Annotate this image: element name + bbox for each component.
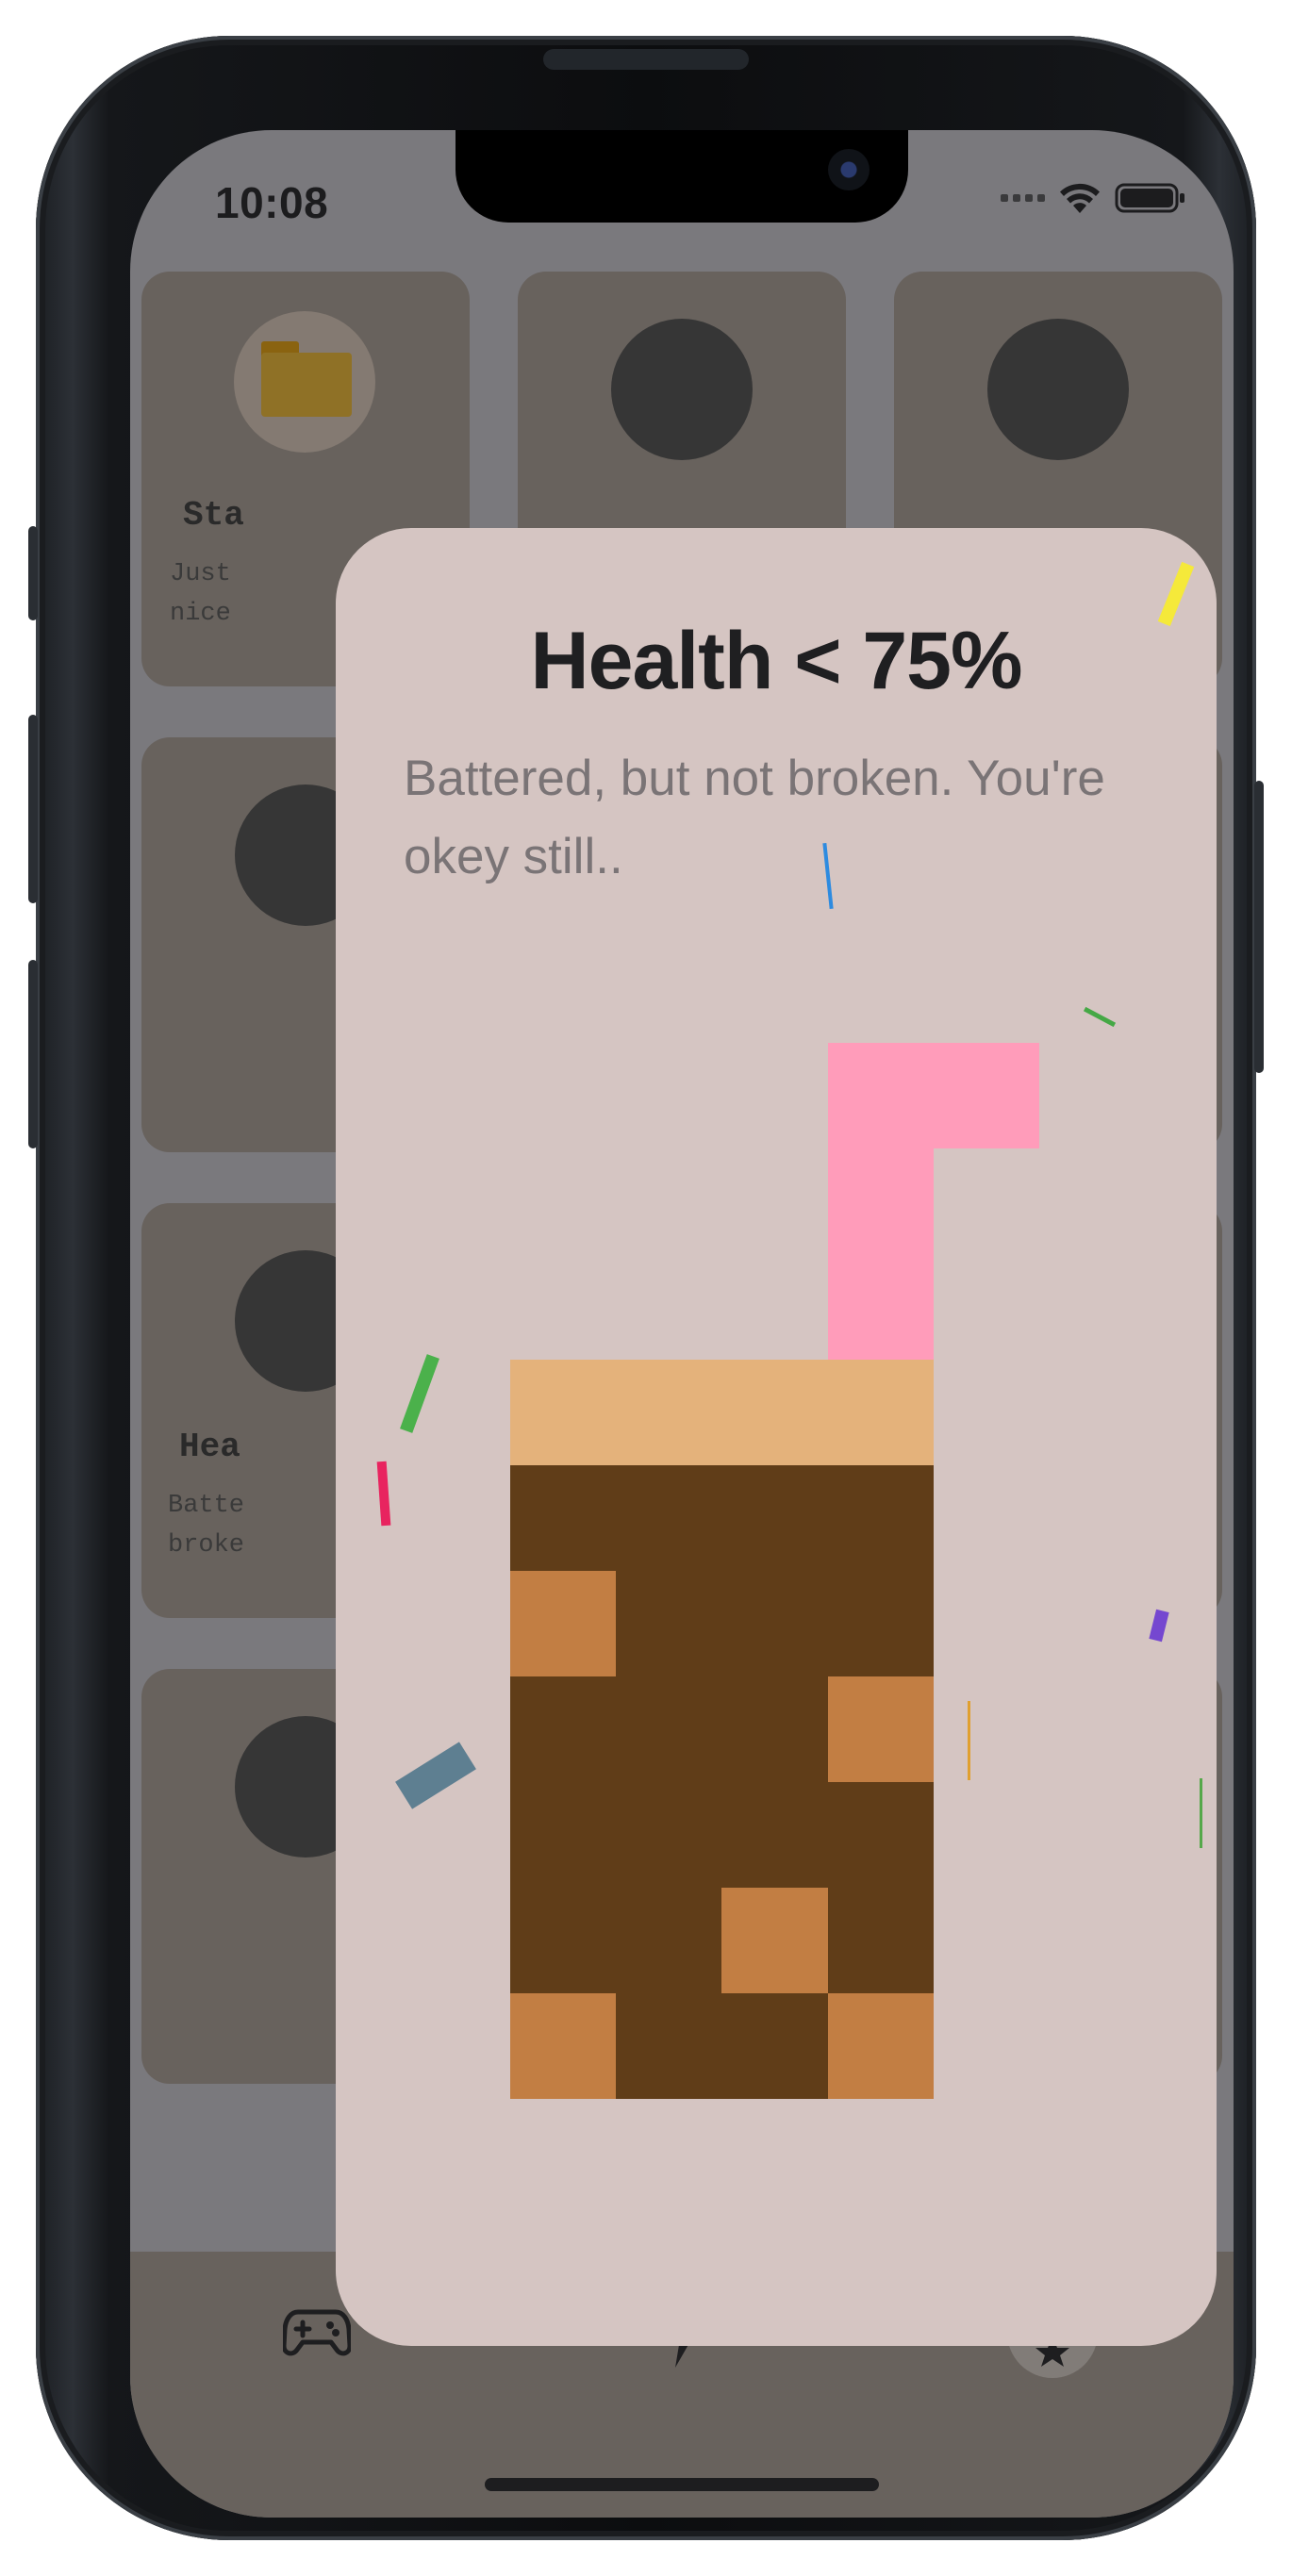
card-title: Hea xyxy=(179,1428,240,1466)
wifi-icon xyxy=(1060,183,1100,213)
status-bar: 10:08 xyxy=(130,130,1234,267)
phone-frame: 10:08 Sta Just nice Hea Batte broke Heal… xyxy=(28,36,1264,2540)
screen: 10:08 Sta Just nice Hea Batte broke Heal… xyxy=(130,130,1234,2518)
battery-icon xyxy=(1115,183,1184,213)
confetti-piece xyxy=(400,1354,439,1433)
coffee-spot xyxy=(721,1888,828,1993)
confetti-piece xyxy=(968,1701,970,1780)
card-description-line: Batte xyxy=(168,1492,245,1520)
confetti-piece xyxy=(395,1742,476,1809)
card-description-line: Just xyxy=(170,560,231,588)
modal-title: Health < 75% xyxy=(530,616,1023,706)
volume-up-button xyxy=(28,715,38,903)
achievement-modal: Health < 75% Battered, but not broken. Y… xyxy=(336,528,1217,2346)
home-indicator[interactable] xyxy=(485,2478,879,2491)
confetti-piece xyxy=(1083,1006,1117,1028)
gamepad-icon[interactable] xyxy=(283,2306,351,2359)
cellular-signal-icon xyxy=(1001,194,1045,202)
volume-down-button xyxy=(28,960,38,1148)
card-description-line: broke xyxy=(168,1531,245,1560)
straw-shaft xyxy=(828,1148,934,1360)
status-time: 10:08 xyxy=(215,178,329,227)
straw-top xyxy=(828,1043,1039,1148)
circle-icon xyxy=(611,319,753,460)
mute-switch xyxy=(28,526,38,620)
confetti-piece xyxy=(1200,1778,1202,1848)
speaker-grille xyxy=(543,49,749,70)
status-icons xyxy=(1001,179,1186,217)
card-description-line: nice xyxy=(170,600,231,628)
confetti-piece xyxy=(376,1461,391,1527)
modal-description: Battered, but not broken. You're okey st… xyxy=(404,751,1105,884)
notch xyxy=(456,130,908,223)
front-camera xyxy=(828,149,870,190)
coffee-spot xyxy=(828,1676,934,1782)
cup-rim xyxy=(510,1360,934,1465)
circle-icon xyxy=(987,319,1129,460)
power-button xyxy=(1254,781,1264,1073)
coffee-spot xyxy=(510,1571,616,1676)
coffee-spot xyxy=(828,1993,934,2099)
card-title: Sta xyxy=(183,496,244,535)
folder-icon xyxy=(261,341,352,417)
coffee-spot xyxy=(510,1993,616,2099)
